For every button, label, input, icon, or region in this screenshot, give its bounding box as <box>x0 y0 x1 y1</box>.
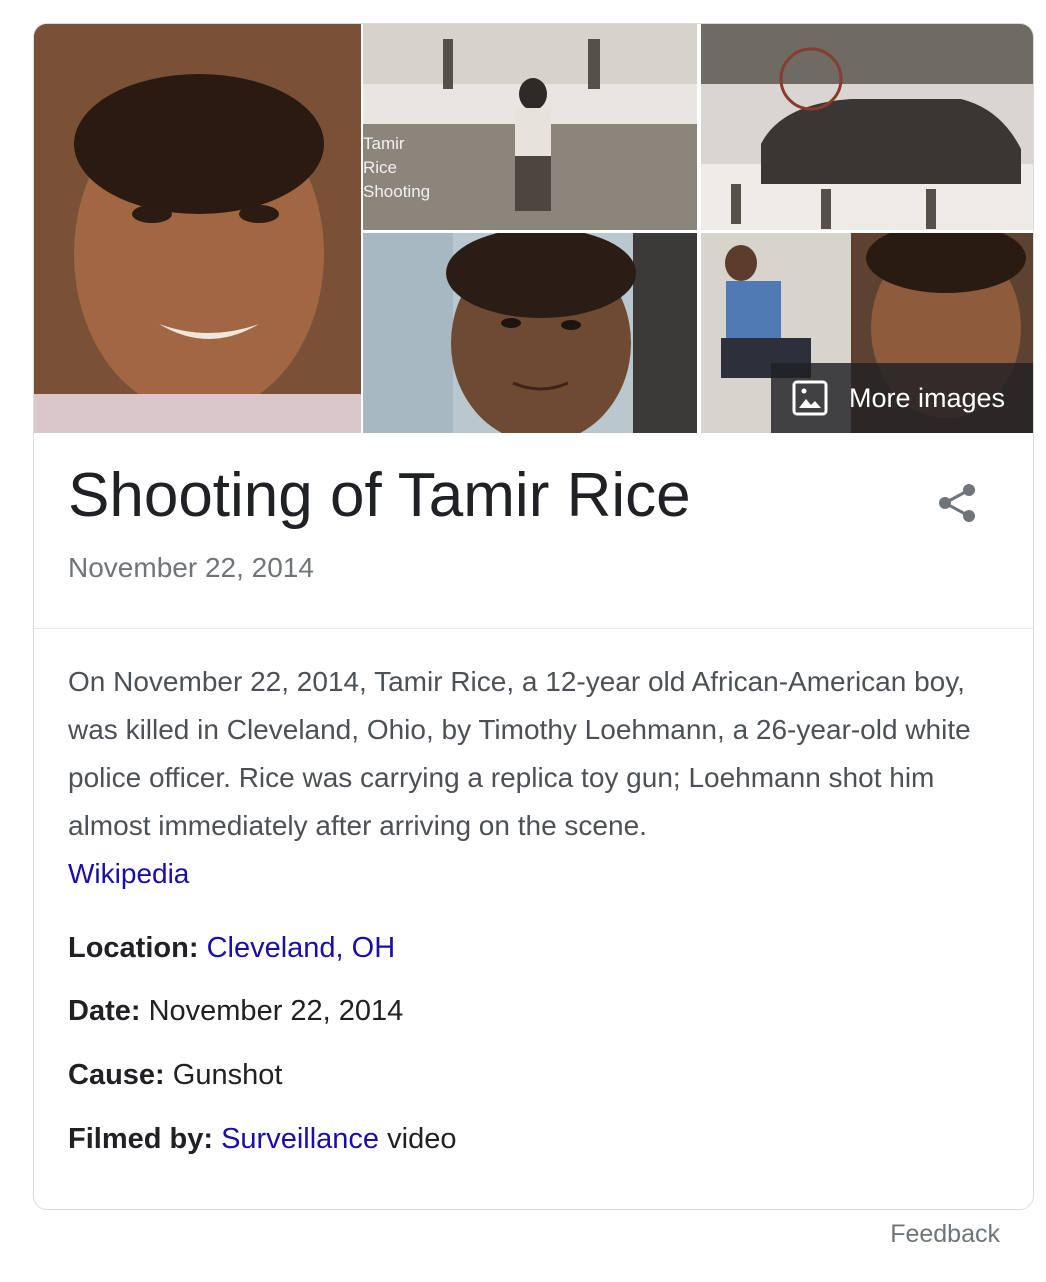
fact-date: Date: November 22, 2014 <box>68 995 403 1028</box>
fact-cause: Cause: Gunshot <box>68 1059 282 1092</box>
more-images-label: More images <box>849 382 1006 413</box>
image-icon <box>791 379 829 417</box>
fact-value: video <box>387 1123 457 1155</box>
image-tile-portrait[interactable] <box>34 24 361 433</box>
image-tile-surveillance[interactable]: Tamir Rice Shooting <box>363 24 697 230</box>
description: On November 22, 2014, Tamir Rice, a 12-y… <box>68 658 1003 898</box>
fact-location: Location: Cleveland, OH <box>68 932 395 965</box>
fact-label: Date: <box>68 995 141 1027</box>
fact-label: Location: <box>68 932 199 964</box>
description-text: On November 22, 2014, Tamir Rice, a 12-y… <box>68 666 971 841</box>
panel-subtitle-date: November 22, 2014 <box>68 552 314 583</box>
divider <box>34 628 1033 629</box>
fact-label: Filmed by: <box>68 1123 214 1155</box>
fact-value: November 22, 2014 <box>148 995 404 1027</box>
feedback-link[interactable]: Feedback <box>890 1220 1000 1249</box>
surveillance-link[interactable]: Surveillance <box>221 1123 379 1155</box>
more-images-button[interactable]: More images <box>771 363 1033 433</box>
fact-label: Cause: <box>68 1059 165 1091</box>
image-tile-police-car[interactable] <box>701 24 1033 230</box>
image-tile-smiling[interactable] <box>363 233 697 433</box>
knowledge-panel: Tamir Rice Shooting More images Shooting… <box>33 23 1034 1210</box>
fact-filmed-by: Filmed by: Surveillance video <box>68 1123 456 1156</box>
fact-value: Gunshot <box>172 1059 283 1091</box>
image-caption: Tamir Rice Shooting <box>363 134 431 201</box>
panel-title: Shooting of Tamir Rice <box>68 461 691 530</box>
share-icon[interactable] <box>934 480 980 526</box>
location-link[interactable]: Cleveland, OH <box>207 932 396 964</box>
wikipedia-link[interactable]: Wikipedia <box>68 858 189 889</box>
